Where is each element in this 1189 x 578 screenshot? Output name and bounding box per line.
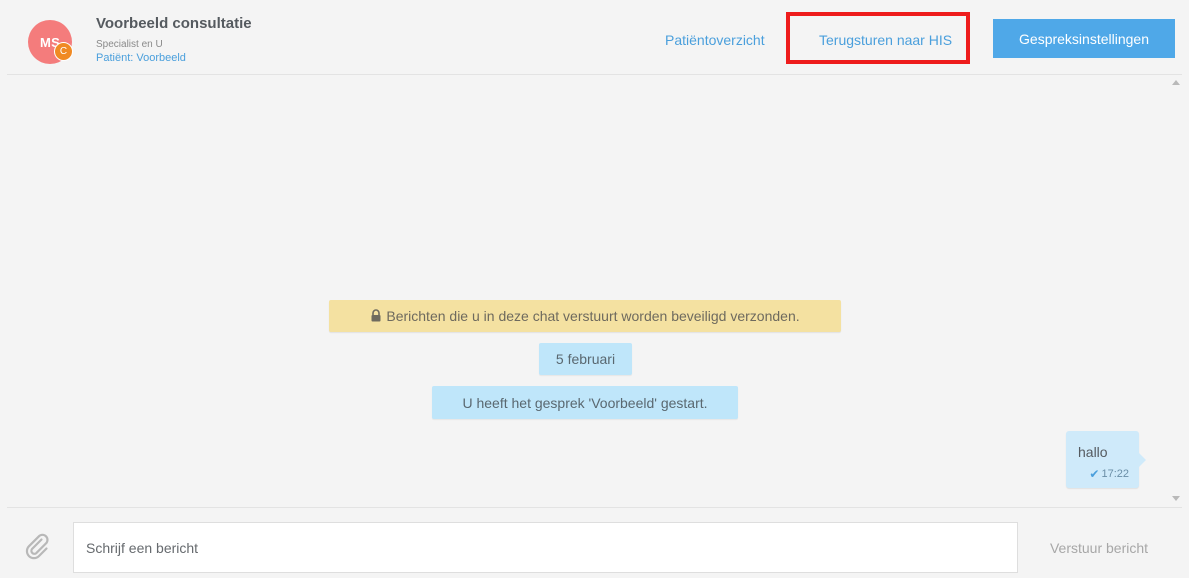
message-list: Berichten die u in deze chat verstuurt w…	[7, 75, 1170, 507]
conversation-header: MS C Voorbeeld consultatie Specialist en…	[7, 6, 1182, 75]
chat-app: MS C Voorbeeld consultatie Specialist en…	[0, 0, 1189, 578]
conversation-settings-button[interactable]: Gespreksinstellingen	[993, 19, 1175, 58]
avatar-badge: C	[54, 42, 73, 61]
date-divider: 5 februari	[539, 343, 632, 375]
send-message-button[interactable]: Verstuur bericht	[1023, 522, 1175, 573]
message-bubble-outgoing: hallo ✔ 17:22	[1066, 431, 1146, 488]
highlight-box	[786, 12, 970, 64]
message-text: hallo	[1078, 444, 1108, 460]
message-time: 17:22	[1101, 468, 1129, 480]
lock-icon	[371, 308, 381, 321]
security-notice: Berichten die u in deze chat verstuurt w…	[329, 300, 841, 332]
message-meta: ✔ 17:22	[1089, 467, 1129, 481]
system-message: U heeft het gesprek 'Voorbeeld' gestart.	[432, 386, 738, 419]
paperclip-icon[interactable]	[21, 530, 51, 560]
patient-link[interactable]: Patiënt: Voorbeeld	[96, 52, 186, 64]
conversation-title: Voorbeeld consultatie	[96, 15, 252, 32]
chat-scrollbar[interactable]	[1170, 75, 1182, 507]
security-notice-text: Berichten die u in deze chat verstuurt w…	[386, 308, 800, 324]
conversation-subtitle: Specialist en U	[96, 39, 163, 50]
check-icon: ✔	[1089, 467, 1100, 481]
scroll-up-arrow-icon[interactable]	[1172, 80, 1180, 85]
message-composer: Verstuur bericht	[7, 507, 1182, 578]
scroll-down-arrow-icon[interactable]	[1172, 496, 1180, 501]
message-input[interactable]	[73, 522, 1018, 573]
patient-overview-link[interactable]: Patiëntoverzicht	[665, 32, 765, 48]
